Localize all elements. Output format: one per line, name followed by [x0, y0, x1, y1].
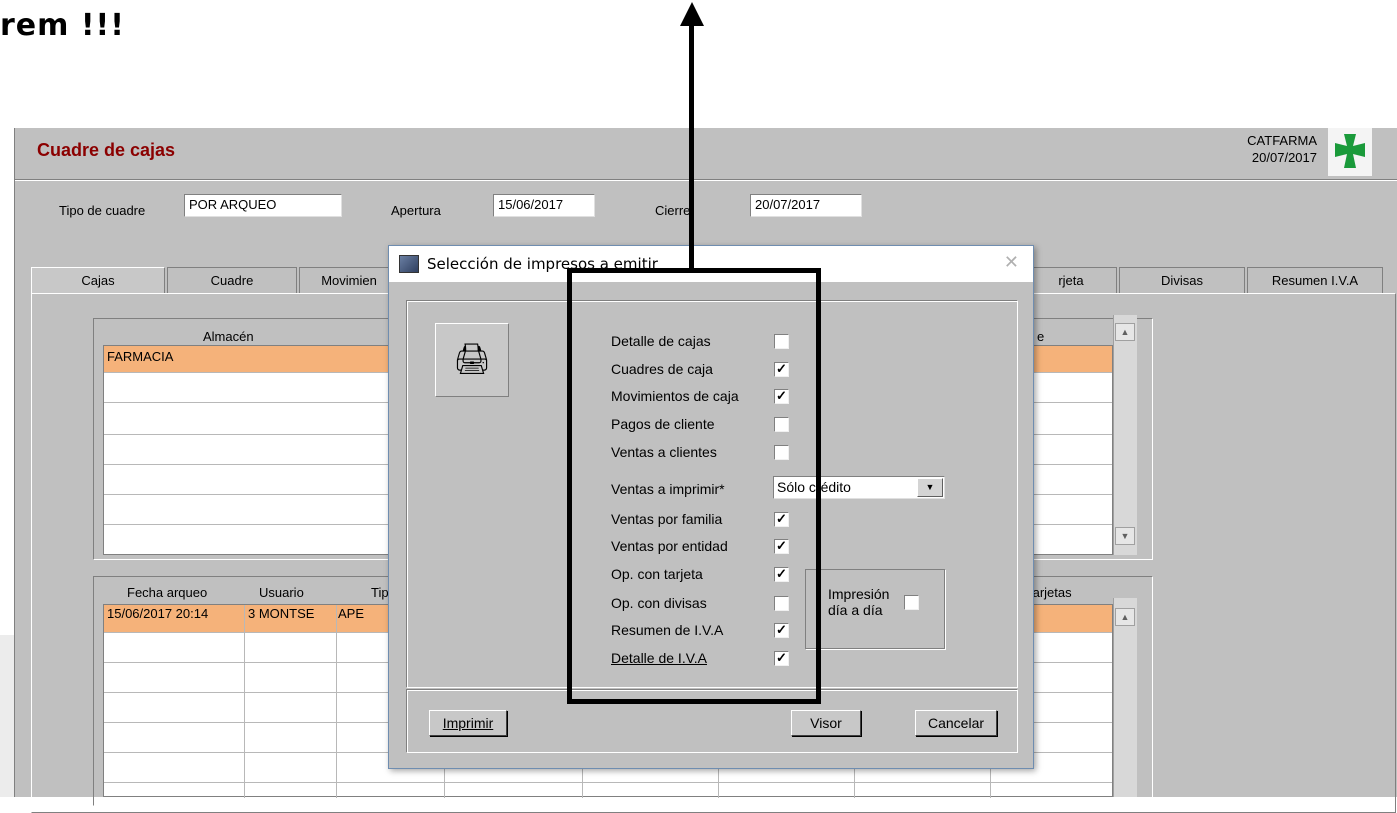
printer-icon: 🖨: [452, 343, 492, 376]
tab-movimientos[interactable]: Movimien: [299, 267, 399, 294]
app-icon: [399, 255, 419, 273]
header-divider: [15, 179, 1397, 181]
grid2-scrollbar[interactable]: ▲: [1113, 598, 1137, 797]
brand-block: CATFARMA 20/07/2017: [1247, 132, 1317, 166]
grid2-header-tipo: Tip: [371, 585, 389, 600]
arrow-head-icon: [680, 2, 704, 26]
grid2-col-line: [244, 605, 245, 798]
highlight-rectangle: [567, 268, 821, 704]
impresion-label: Impresión día a día: [828, 586, 889, 618]
imprimir-button[interactable]: Imprimir: [429, 710, 507, 736]
tab-cajas[interactable]: Cajas: [31, 267, 165, 294]
scroll-up-icon[interactable]: ▲: [1115, 323, 1135, 341]
close-icon[interactable]: ✕: [1004, 252, 1019, 273]
grid2-row-line: [104, 782, 1112, 783]
checkbox-impresion-dia[interactable]: [904, 595, 919, 610]
printer-button[interactable]: 🖨: [435, 323, 509, 397]
chevron-down-icon[interactable]: ▼: [917, 478, 943, 497]
grid1-cell-almacen: FARMACIA: [107, 349, 174, 364]
window-title: Cuadre de cajas: [37, 140, 176, 160]
imprimir-label: Imprimir: [442, 715, 494, 731]
cierre-field[interactable]: 20/07/2017: [750, 194, 862, 217]
apertura-field[interactable]: 15/06/2017: [493, 194, 595, 217]
apertura-label: Apertura: [391, 203, 441, 218]
background-strip: [0, 635, 14, 797]
arrow-up-annotation: [689, 24, 694, 270]
brand-date: 20/07/2017: [1251, 150, 1317, 165]
cancelar-label: Cancelar: [927, 715, 985, 731]
grid2-cell-usuario: 3 MONTSE: [248, 606, 315, 621]
visor-label: Visor: [810, 715, 842, 731]
grid2-cell-tipo: APE: [338, 606, 365, 621]
green-cross-logo: [1328, 128, 1372, 176]
scroll-down-icon[interactable]: ▼: [1115, 527, 1135, 545]
grid2-col-line: [336, 605, 337, 798]
impresion-label-line2: día a día: [828, 602, 883, 618]
grid2-cell-fecha: 15/06/2017 20:14: [107, 606, 209, 621]
annotation-caption: rem !!!: [0, 8, 125, 43]
grid2-header-usuario: Usuario: [259, 585, 304, 600]
impresion-group: Impresión día a día: [805, 569, 945, 649]
grid2-header-tarjetas: tarjetas: [1029, 585, 1072, 600]
cancelar-button[interactable]: Cancelar: [915, 710, 997, 736]
tipo-cuadre-field[interactable]: POR ARQUEO: [184, 194, 342, 217]
grid2-header-fecha: Fecha arqueo: [127, 585, 208, 600]
brand-name: CATFARMA: [1247, 133, 1317, 148]
tab-tarjeta[interactable]: rjeta: [1025, 267, 1117, 294]
visor-button[interactable]: Visor: [791, 710, 861, 736]
scroll-up-icon[interactable]: ▲: [1115, 608, 1135, 626]
impresion-label-line1: Impresión: [828, 586, 890, 602]
tab-resumen-iva[interactable]: Resumen I.V.A: [1247, 267, 1383, 294]
grid1-scrollbar[interactable]: ▲ ▼: [1113, 315, 1137, 555]
tipo-cuadre-label: Tipo de cuadre: [59, 203, 146, 218]
tab-cuadre[interactable]: Cuadre: [167, 267, 297, 294]
tab-divisas[interactable]: Divisas: [1119, 267, 1245, 294]
cierre-label: Cierre: [655, 203, 691, 218]
